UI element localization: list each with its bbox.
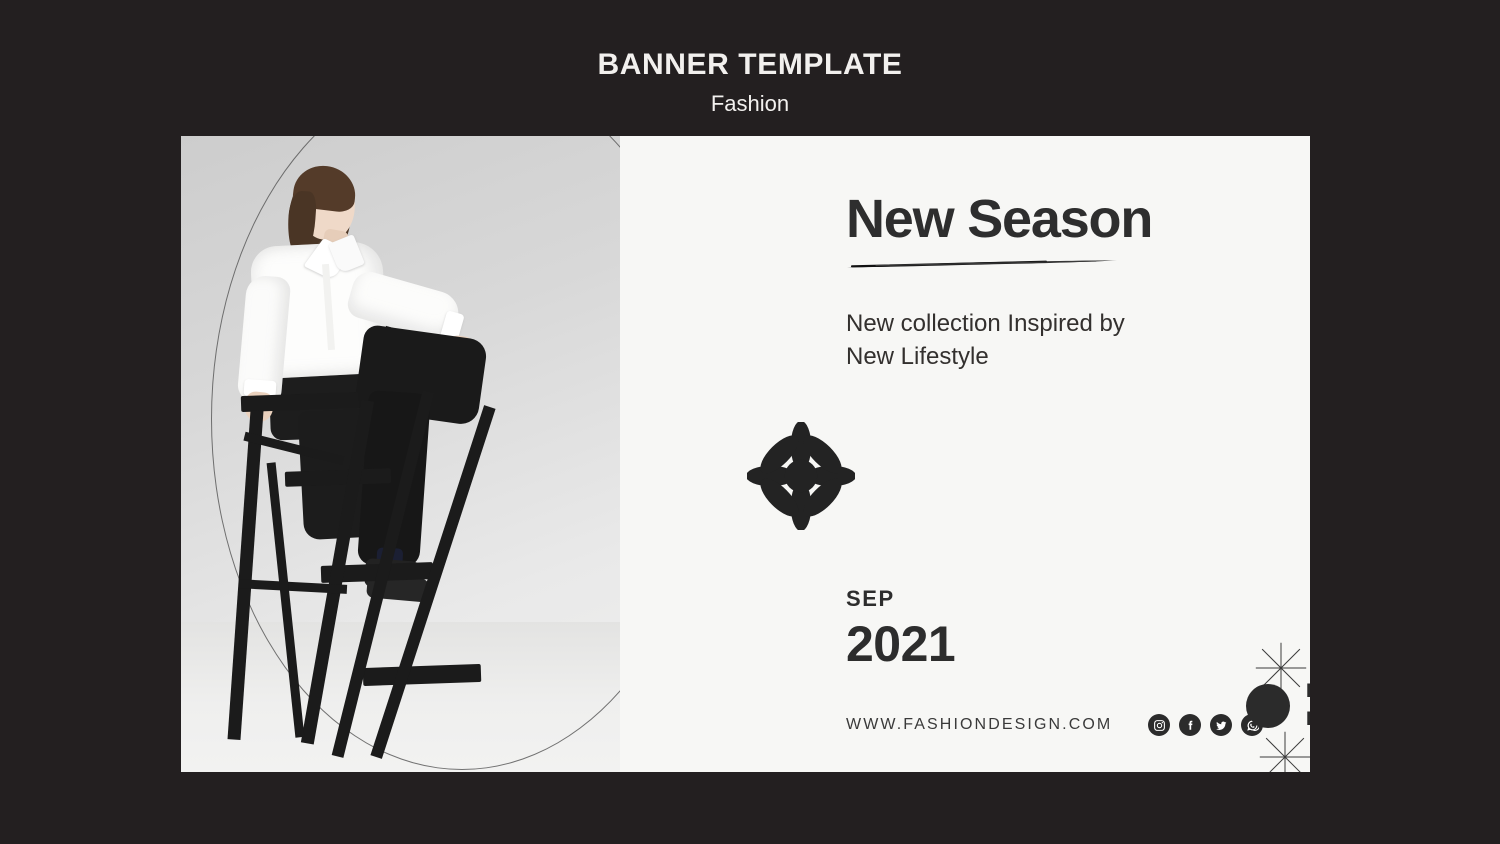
page-header: BANNER TEMPLATE Fashion: [0, 0, 1500, 116]
headline: New Season: [846, 189, 1153, 249]
subheadline: New collection Inspired by New Lifestyle: [846, 310, 1125, 370]
banner-card: New Season New collection Inspired by Ne…: [181, 136, 1310, 772]
twitter-icon[interactable]: [1210, 714, 1233, 736]
star-outline-icon: [1259, 731, 1310, 772]
model-photo: [181, 136, 620, 772]
facebook-icon[interactable]: [1179, 714, 1202, 736]
website-url[interactable]: WWW.FASHIONDESIGN.COM: [846, 716, 1112, 734]
page-subtitle: Fashion: [710, 91, 790, 116]
date-year: 2021: [846, 616, 956, 672]
page-title: BANNER TEMPLATE: [597, 48, 903, 81]
screenshot-root: BANNER TEMPLATE Fashion New Season New c…: [0, 0, 1500, 844]
brushstroke-underline-icon: [847, 260, 1117, 268]
date-block: SEP 2021: [846, 586, 956, 672]
flower-shape-icon: [747, 422, 855, 530]
footer-row: WWW.FASHIONDESIGN.COM: [846, 714, 1264, 736]
brand-logo: FASHION DESIGN: [1246, 678, 1310, 733]
circle-mark-icon: [1246, 683, 1290, 728]
banner-content: New Season New collection Inspired by Ne…: [620, 136, 1310, 772]
brand-name: FASHION DESIGN: [1306, 678, 1310, 733]
date-month: SEP: [846, 586, 895, 611]
instagram-icon[interactable]: [1148, 714, 1171, 736]
